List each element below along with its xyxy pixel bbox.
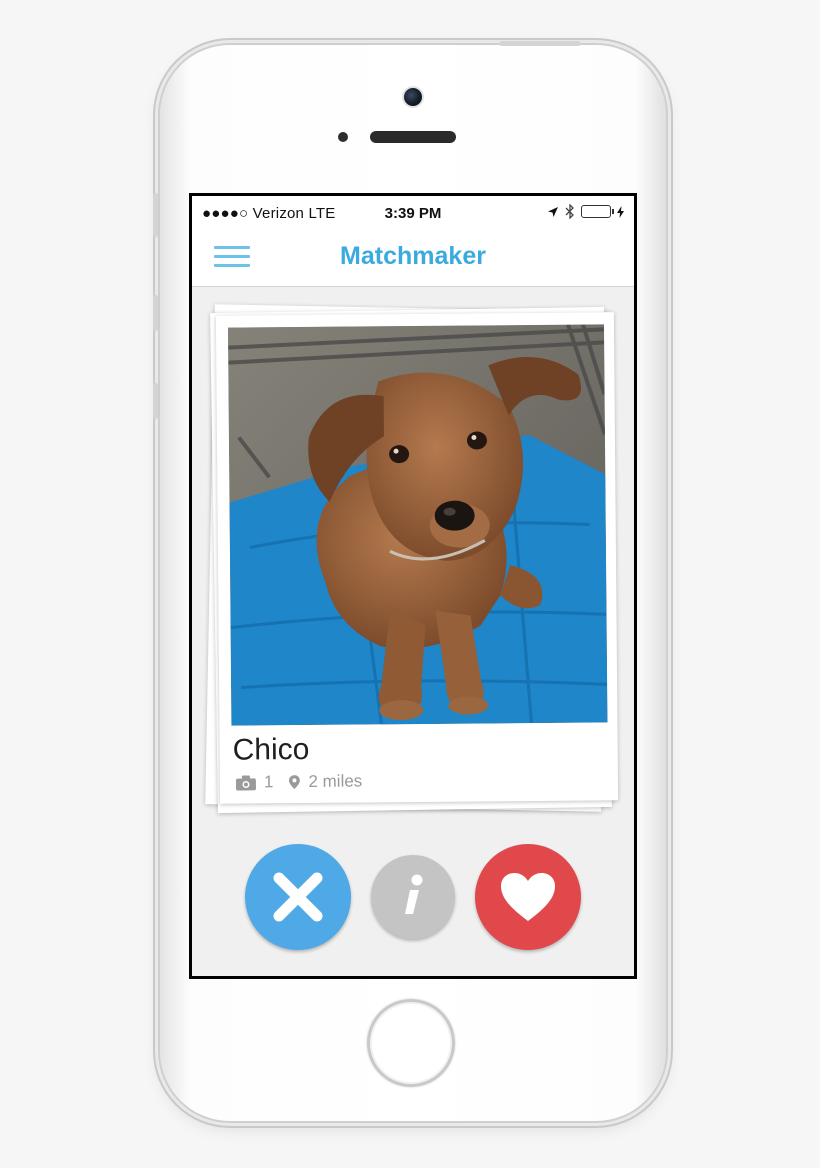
location-arrow-icon <box>548 206 558 217</box>
app-title: Matchmaker <box>340 242 486 270</box>
mute-switch <box>153 193 158 237</box>
distance-value: 2 miles <box>308 771 363 791</box>
info-button[interactable] <box>371 855 455 939</box>
home-button[interactable] <box>367 999 455 1087</box>
power-button <box>500 41 580 46</box>
x-icon <box>273 872 323 922</box>
camera-icon <box>235 774 257 791</box>
charging-bolt-icon <box>617 205 624 218</box>
distance: 2 miles <box>289 771 362 792</box>
bluetooth-icon <box>565 204 574 219</box>
nav-bar: Matchmaker <box>192 230 634 287</box>
screen: ●●●●○ Verizon LTE 3:39 PM Matchmaker E <box>189 193 637 979</box>
like-button[interactable] <box>475 844 581 950</box>
battery-icon <box>581 205 614 218</box>
app-display: ●●●●○ Verizon LTE 3:39 PM Matchmaker E <box>192 196 634 976</box>
profile-card[interactable]: Chico 1 2 miles <box>215 312 619 804</box>
dislike-button[interactable] <box>245 844 351 950</box>
front-camera <box>404 88 422 106</box>
info-icon <box>405 874 423 914</box>
earpiece-speaker <box>370 131 456 143</box>
heart-icon <box>501 873 555 921</box>
status-icons <box>547 204 624 219</box>
pet-name: Chico <box>232 732 310 767</box>
volume-up-button <box>153 295 158 331</box>
location-pin-icon <box>289 775 301 790</box>
status-bar: ●●●●○ Verizon LTE 3:39 PM <box>192 196 634 230</box>
volume-down-button <box>153 383 158 419</box>
proximity-sensor <box>338 132 348 142</box>
pet-meta: 1 2 miles <box>235 771 378 792</box>
pet-photo <box>227 324 608 726</box>
photo-count-value: 1 <box>263 772 274 792</box>
photo-count: 1 <box>235 772 274 792</box>
